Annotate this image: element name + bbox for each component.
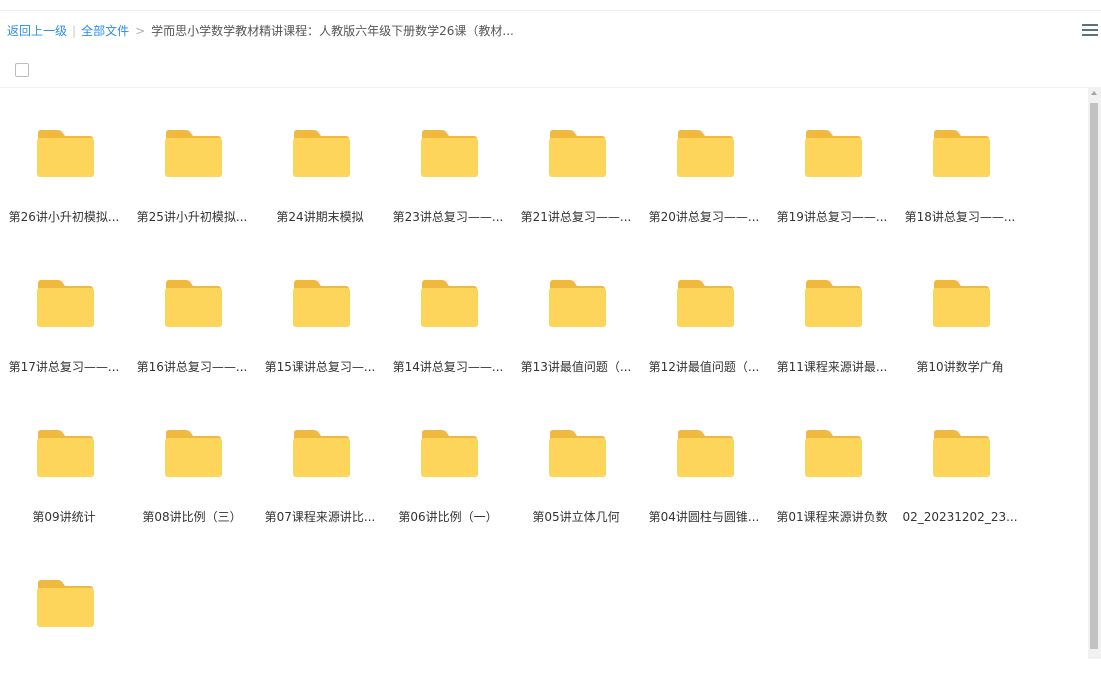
folder-item[interactable]: 第24讲期末模拟: [256, 88, 384, 238]
folder-icon: [420, 130, 478, 178]
folder-name: 第18讲总复习——...: [904, 210, 1016, 224]
folder-name: 第19讲总复习——...: [776, 210, 888, 224]
folder-icon: [420, 280, 478, 328]
vertical-scrollbar[interactable]: [1088, 88, 1101, 659]
hamburger-menu-icon[interactable]: [1081, 22, 1099, 40]
folder-icon: [804, 130, 862, 178]
file-grid: 第26讲小升初模拟... 第25讲小升初模拟... 第24讲期末模拟 第23讲总复习—…: [0, 88, 1088, 659]
folder-icon: [164, 130, 222, 178]
folder-icon: [676, 430, 734, 478]
folder-item[interactable]: [0, 538, 128, 688]
folder-item[interactable]: 第04讲圆柱与圆锥...: [640, 388, 768, 538]
folder-name: 第25讲小升初模拟...: [136, 210, 248, 224]
folder-item[interactable]: 第18讲总复习——...: [896, 88, 1024, 238]
folder-item[interactable]: 第11课程来源讲最...: [768, 238, 896, 388]
folder-item[interactable]: 第10讲数学广角: [896, 238, 1024, 388]
folder-icon: [292, 430, 350, 478]
folder-icon: [36, 430, 94, 478]
folder-icon: [932, 280, 990, 328]
folder-icon: [676, 130, 734, 178]
folder-name: 第15课讲总复习—...: [264, 360, 376, 374]
folder-name: 第01课程来源讲负数: [776, 510, 888, 524]
select-all-checkbox[interactable]: [15, 63, 29, 77]
folder-name: 第26讲小升初模拟...: [8, 210, 120, 224]
breadcrumb-separator-bar: |: [72, 24, 77, 38]
folder-icon: [164, 280, 222, 328]
folder-name: 第16讲总复习——...: [136, 360, 248, 374]
folder-name: 第05讲立体几何: [532, 510, 620, 524]
folder-name: 第24讲期末模拟: [276, 210, 364, 224]
scroll-thumb[interactable]: [1090, 103, 1098, 649]
folder-item[interactable]: 第15课讲总复习—...: [256, 238, 384, 388]
folder-icon: [292, 130, 350, 178]
folder-icon: [548, 280, 606, 328]
folder-name: 第08讲比例（三）: [142, 510, 242, 524]
folder-icon: [36, 280, 94, 328]
folder-item[interactable]: 第21讲总复习——...: [512, 88, 640, 238]
folder-item[interactable]: 第16讲总复习——...: [128, 238, 256, 388]
folder-icon: [932, 130, 990, 178]
folder-item[interactable]: 第08讲比例（三）: [128, 388, 256, 538]
folder-icon: [548, 130, 606, 178]
folder-icon: [804, 430, 862, 478]
top-divider: [0, 10, 1101, 11]
folder-name: 第04讲圆柱与圆锥...: [648, 510, 760, 524]
folder-name: 第11课程来源讲最...: [776, 360, 888, 374]
folder-name: 第10讲数学广角: [916, 360, 1004, 374]
folder-name: 第21讲总复习——...: [520, 210, 632, 224]
folder-item[interactable]: 第26讲小升初模拟...: [0, 88, 128, 238]
folder-item[interactable]: 第13讲最值问题（...: [512, 238, 640, 388]
folder-icon: [36, 580, 94, 628]
folder-item[interactable]: 第14讲总复习——...: [384, 238, 512, 388]
folder-name: 02_20231202_23...: [902, 510, 1018, 524]
folder-item[interactable]: 第17讲总复习——...: [0, 238, 128, 388]
folder-name: 第12讲最值问题（...: [648, 360, 760, 374]
folder-item[interactable]: 02_20231202_23...: [896, 388, 1024, 538]
folder-item[interactable]: 第05讲立体几何: [512, 388, 640, 538]
all-files-link[interactable]: 全部文件: [81, 22, 129, 40]
folder-item[interactable]: 第23讲总复习——...: [384, 88, 512, 238]
folder-icon: [420, 430, 478, 478]
folder-item[interactable]: 第19讲总复习——...: [768, 88, 896, 238]
folder-item[interactable]: 第12讲最值问题（...: [640, 238, 768, 388]
folder-icon: [292, 280, 350, 328]
folder-icon: [36, 130, 94, 178]
folder-item[interactable]: 第06讲比例（一）: [384, 388, 512, 538]
folder-item[interactable]: 第01课程来源讲负数: [768, 388, 896, 538]
folder-name: 第20讲总复习——...: [648, 210, 760, 224]
folder-item[interactable]: 第25讲小升初模拟...: [128, 88, 256, 238]
folder-item[interactable]: 第20讲总复习——...: [640, 88, 768, 238]
folder-item[interactable]: 第07课程来源讲比...: [256, 388, 384, 538]
breadcrumb: 返回上一级 | 全部文件 > 学而思小学数学教材精讲课程：人教版六年级下册数学2…: [7, 22, 514, 40]
folder-name: 第23讲总复习——...: [392, 210, 504, 224]
folder-item[interactable]: 第09讲统计: [0, 388, 128, 538]
folder-icon: [804, 280, 862, 328]
folder-name: 第07课程来源讲比...: [264, 510, 376, 524]
back-link[interactable]: 返回上一级: [7, 22, 67, 40]
folder-icon: [932, 430, 990, 478]
folder-name: 第06讲比例（一）: [398, 510, 498, 524]
folder-name: 第13讲最值问题（...: [520, 360, 632, 374]
folder-name: 第14讲总复习——...: [392, 360, 504, 374]
folder-name: 第17讲总复习——...: [8, 360, 120, 374]
folder-name: 第09讲统计: [32, 510, 96, 524]
folder-icon: [164, 430, 222, 478]
current-folder-name: 学而思小学数学教材精讲课程：人教版六年级下册数学26课（教材...: [151, 24, 514, 38]
folder-icon: [548, 430, 606, 478]
breadcrumb-separator-arrow: >: [135, 24, 146, 38]
folder-icon: [676, 280, 734, 328]
scroll-up-arrow-icon[interactable]: [1091, 91, 1097, 95]
